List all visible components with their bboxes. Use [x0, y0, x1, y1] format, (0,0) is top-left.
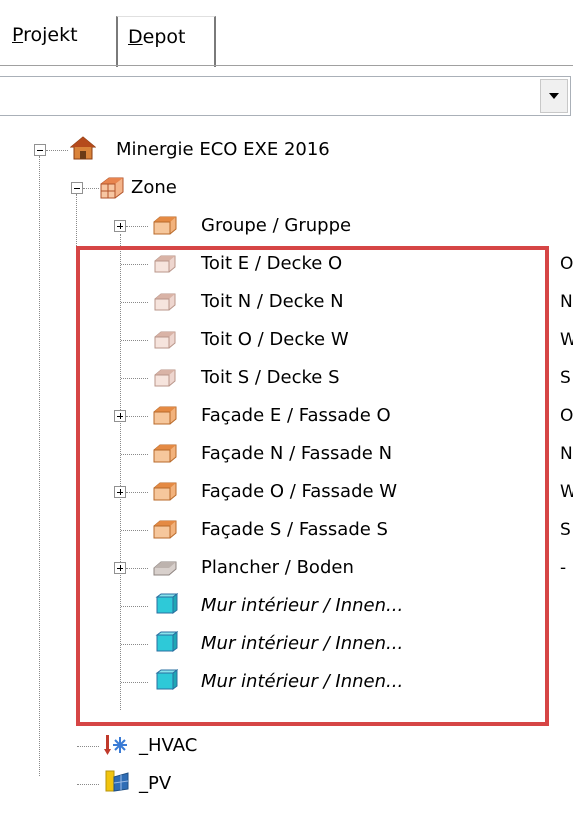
tree-node-label: Zone: [131, 177, 177, 198]
orientation-code: N: [560, 292, 573, 312]
tree-item[interactable]: Toit E / Decke O O: [0, 246, 573, 282]
tree-node-root[interactable]: Minergie ECO EXE 2016: [0, 132, 573, 168]
tree-connector: [121, 264, 148, 265]
expand-icon[interactable]: [114, 486, 126, 498]
roof-icon: [154, 331, 176, 349]
tree-item[interactable]: Mur intérieur / Innen...: [0, 626, 573, 662]
collapse-icon[interactable]: [71, 182, 83, 194]
tab-depot-label: Depot: [128, 26, 186, 48]
zone-icon: [100, 177, 124, 199]
tree-item-label: Toit O / Decke W: [201, 329, 349, 350]
orientation-code: -: [560, 558, 567, 578]
tree-connector: [121, 378, 148, 379]
tree-item-label: Groupe / Gruppe: [201, 215, 352, 236]
interior-wall-icon: [155, 669, 178, 690]
tree-connector: [126, 492, 148, 493]
tree-item-label: Façade O / Fassade W: [201, 481, 398, 502]
tree-connector: [121, 682, 148, 683]
expand-icon[interactable]: [114, 220, 126, 232]
tree-item[interactable]: Façade O / Fassade W W: [0, 474, 573, 510]
tree-item-label: Façade E / Fassade O: [201, 405, 391, 426]
tab-projekt-label: Projekt: [12, 24, 78, 46]
tree-connector: [126, 416, 148, 417]
tree-item-label: Toit S / Decke S: [201, 367, 340, 388]
tree-item[interactable]: Toit N / Decke N N: [0, 284, 573, 320]
facade-icon: [153, 444, 177, 463]
tree-node-label: _HVAC: [139, 735, 198, 756]
tree-item-label: Façade N / Fassade N: [201, 443, 393, 464]
tree-node-label: _PV: [139, 773, 172, 794]
tree-connector: [121, 530, 148, 531]
project-tree: Minergie ECO EXE 2016 Zone Groupe / Grup…: [0, 130, 573, 830]
solar-panel-icon: [105, 770, 129, 792]
tree-item[interactable]: Façade E / Fassade O O: [0, 398, 573, 434]
floor-icon: [153, 561, 177, 576]
collapse-icon[interactable]: [34, 144, 46, 156]
tree-connector: [83, 188, 99, 189]
tree-connector: [77, 746, 99, 747]
expand-icon[interactable]: [114, 562, 126, 574]
tree-connector: [126, 226, 148, 227]
roof-icon: [154, 255, 176, 273]
expand-icon[interactable]: [114, 410, 126, 422]
tree-item-label: Façade S / Fassade S: [201, 519, 388, 540]
orientation-code: S: [560, 368, 571, 388]
tree-item[interactable]: Plancher / Boden -: [0, 550, 573, 586]
tree-item[interactable]: Façade S / Fassade S S: [0, 512, 573, 548]
tree-item-label: Mur intérieur / Innen...: [201, 633, 404, 654]
orientation-code: W: [560, 482, 573, 502]
tree-connector: [46, 150, 68, 151]
tab-projekt[interactable]: Projekt: [6, 18, 111, 66]
tree-item-label: Plancher / Boden: [201, 557, 354, 578]
tab-bar: Projekt Depot: [0, 0, 573, 70]
tree-item[interactable]: Façade N / Fassade N N: [0, 436, 573, 472]
interior-wall-icon: [155, 631, 178, 652]
orientation-code: N: [560, 444, 573, 464]
orientation-code: O: [560, 406, 573, 426]
tree-item-label: Mur intérieur / Innen...: [201, 595, 404, 616]
interior-wall-icon: [155, 593, 178, 614]
hvac-icon: [104, 735, 127, 755]
tree-item[interactable]: Toit O / Decke W W: [0, 322, 573, 358]
building-icon: [70, 136, 96, 160]
tree-connector: [121, 644, 148, 645]
tree-connector: [121, 302, 148, 303]
tree-node-pv[interactable]: _PV: [0, 766, 573, 802]
tree-connector: [126, 568, 148, 569]
tree-item-label: Toit N / Decke N: [201, 291, 344, 312]
tree-item[interactable]: Toit S / Decke S S: [0, 360, 573, 396]
tree-node-zone[interactable]: Zone: [0, 170, 573, 206]
tree-node-label: Minergie ECO EXE 2016: [116, 139, 330, 160]
facade-icon: [153, 482, 177, 501]
facade-icon: [153, 520, 177, 539]
tree-connector: [121, 606, 148, 607]
facade-icon: [153, 406, 177, 425]
tab-divider: [0, 65, 573, 66]
group-icon: [153, 216, 177, 235]
roof-icon: [154, 369, 176, 387]
tree-connector: [77, 784, 99, 785]
tree-item[interactable]: Mur intérieur / Innen...: [0, 588, 573, 624]
tree-connector: [121, 340, 148, 341]
tree-connector: [121, 454, 148, 455]
orientation-code: S: [560, 520, 571, 540]
tree-item-label: Mur intérieur / Innen...: [201, 671, 404, 692]
orientation-code: W: [560, 330, 573, 350]
depot-selector-combobox[interactable]: [0, 76, 571, 116]
tree-item[interactable]: Groupe / Gruppe: [0, 208, 573, 244]
tree-node-hvac[interactable]: _HVAC: [0, 728, 573, 764]
roof-icon: [154, 293, 176, 311]
dropdown-button[interactable]: [540, 79, 568, 113]
tree-item-label: Toit E / Decke O: [201, 253, 343, 274]
tree-item[interactable]: Mur intérieur / Innen...: [0, 664, 573, 700]
chevron-down-icon: [549, 93, 559, 99]
orientation-code: O: [560, 254, 573, 274]
tab-depot[interactable]: Depot: [116, 16, 216, 67]
